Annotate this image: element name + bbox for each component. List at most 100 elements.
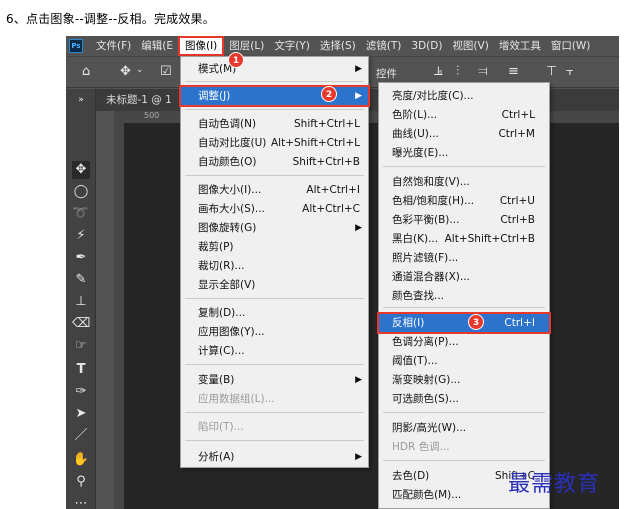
menu-item-shadows-highlights[interactable]: 阴影/高光(W)...	[379, 419, 549, 437]
type-tool-icon[interactable]: T	[72, 361, 90, 379]
pen-icon[interactable]: ✑	[72, 383, 90, 401]
menu-item-auto-color[interactable]: 自动颜色(O) Shift+Ctrl+B	[181, 153, 368, 171]
submenu-arrow-icon: ▶	[355, 91, 362, 101]
zoom-icon[interactable]: ⚲	[72, 473, 90, 491]
menu-item-calculations[interactable]: 计算(C)...	[181, 342, 368, 360]
menu-bar: Ps 文件(F) 编辑(E 图像(I) 图层(L) 文字(Y) 选择(S) 滤镜…	[66, 36, 619, 56]
menu-item-posterize[interactable]: 色调分离(P)...	[379, 333, 549, 351]
tools-panel: » ✥ ◯ ➰ ⚡ ✒ ✎ ⊥ ⌫ ☞ T ✑ ➤ ／ ✋ ⚲ ⋯	[66, 89, 96, 509]
checkbox-icon[interactable]: ☑	[160, 64, 172, 79]
ruler-mark: 500	[144, 111, 160, 120]
align-middle-icon[interactable]: ⫟	[566, 64, 574, 79]
separator	[185, 364, 364, 365]
instruction-text: 6、点击图象--调整--反相。完成效果。	[6, 12, 215, 26]
menu-select[interactable]: 选择(S)	[315, 36, 361, 56]
menu-item-hdr-toning: HDR 色调...	[392, 441, 450, 453]
menu-item-apply-image[interactable]: 应用图像(Y)...	[181, 323, 368, 341]
move-tool-icon[interactable]: ✥	[120, 64, 131, 79]
separator	[185, 412, 364, 413]
menu-image[interactable]: 图像(I)	[177, 36, 225, 56]
menu-item-reveal-all[interactable]: 显示全部(V)	[181, 276, 368, 294]
collapse-icon[interactable]: »	[72, 91, 90, 109]
menu-item-duplicate[interactable]: 复制(D)...	[181, 304, 368, 322]
menu-item-curves[interactable]: 曲线(U)... Ctrl+M	[379, 125, 549, 143]
line-tool-icon[interactable]: ／	[72, 427, 90, 445]
align-right-icon[interactable]: ⫤	[478, 64, 488, 79]
path-select-icon[interactable]: ➤	[72, 405, 90, 423]
separator	[185, 175, 364, 176]
menu-item-photo-filter[interactable]: 照片滤镜(F)...	[379, 249, 549, 267]
ps-logo: Ps	[69, 39, 83, 53]
magic-wand-icon[interactable]: ⚡	[72, 227, 90, 245]
separator	[185, 109, 364, 110]
menu-item-apply-data-set: 应用数据组(L)...	[198, 393, 275, 405]
step-badge-3: 3	[468, 314, 484, 330]
move-tool-icon[interactable]: ✥	[72, 161, 90, 179]
menu-item-auto-tone[interactable]: 自动色调(N) Shift+Ctrl+L	[181, 115, 368, 133]
menu-item-adjust[interactable]: 调整(J) ▶	[179, 85, 370, 107]
eyedropper-icon[interactable]: ✒	[72, 249, 90, 267]
menu-item-hue-saturation[interactable]: 色相/饱和度(H)... Ctrl+U	[379, 192, 549, 210]
more-tools-icon[interactable]: ⋯	[72, 495, 90, 509]
image-menu: 模式(M) ▶ 调整(J) ▶ 自动色调(N) Shift+Ctrl+L 自动对比度(…	[179, 56, 370, 468]
menu-item-black-white[interactable]: 黑白(K)... Alt+Shift+Ctrl+B	[379, 230, 549, 248]
align-left-icon[interactable]: ⫡	[434, 64, 443, 79]
menu-window[interactable]: 窗口(W)	[546, 36, 596, 56]
home-icon[interactable]: ⌂	[82, 64, 90, 79]
menu-item-analysis[interactable]: 分析(A) ▶	[181, 448, 368, 466]
ellipse-marquee-icon[interactable]: ◯	[72, 183, 90, 201]
stamp-icon[interactable]: ⊥	[72, 293, 90, 311]
separator	[383, 166, 545, 167]
submenu-arrow-icon: ▶	[355, 223, 362, 233]
menu-item-levels[interactable]: 色阶(L)... Ctrl+L	[379, 106, 549, 124]
separator	[185, 81, 364, 82]
menu-item-gradient-map[interactable]: 渐变映射(G)...	[379, 371, 549, 389]
menu-item-color-balance[interactable]: 色彩平衡(B)... Ctrl+B	[379, 211, 549, 229]
submenu-arrow-icon: ▶	[355, 375, 362, 385]
chevron-down-icon[interactable]: ⌄	[136, 65, 144, 75]
distribute-icon[interactable]: ≡	[508, 64, 519, 79]
separator	[185, 440, 364, 441]
menu-item-image-rotation[interactable]: 图像旋转(G) ▶	[181, 219, 368, 237]
step-badge-2: 2	[321, 86, 337, 102]
menu-item-brightness-contrast[interactable]: 亮度/对比度(C)...	[379, 87, 549, 105]
separator	[383, 412, 545, 413]
controls-label: 控件	[376, 68, 397, 80]
vertical-ruler	[114, 123, 124, 509]
lasso-icon[interactable]: ➰	[72, 205, 90, 223]
menu-item-exposure[interactable]: 曝光度(E)...	[379, 144, 549, 162]
menu-type[interactable]: 文字(Y)	[269, 36, 315, 56]
separator	[383, 460, 545, 461]
menu-item-vibrance[interactable]: 自然饱和度(V)...	[379, 173, 549, 191]
menu-item-trim[interactable]: 裁切(R)...	[181, 257, 368, 275]
menu-file[interactable]: 文件(F)	[91, 36, 136, 56]
menu-item-crop[interactable]: 裁剪(P)	[181, 238, 368, 256]
menu-3d[interactable]: 3D(D)	[406, 36, 447, 56]
watermark: 最需教育	[508, 472, 601, 497]
align-top-icon[interactable]: ⊤	[546, 64, 557, 79]
adjustments-submenu: 亮度/对比度(C)... 色阶(L)... Ctrl+L 曲线(U)... Ctrl…	[377, 82, 551, 509]
menu-item-color-lookup[interactable]: 颜色查找...	[379, 287, 549, 305]
menu-item-image-size[interactable]: 图像大小(I)... Alt+Ctrl+I	[181, 181, 368, 199]
align-center-icon[interactable]: ⫶	[456, 64, 459, 79]
menu-filter[interactable]: 滤镜(T)	[361, 36, 407, 56]
menu-view[interactable]: 视图(V)	[447, 36, 493, 56]
hand-icon[interactable]: ✋	[72, 451, 90, 469]
menu-item-selective-color[interactable]: 可选颜色(S)...	[379, 390, 549, 408]
menu-item-variables[interactable]: 变量(B) ▶	[181, 371, 368, 389]
menu-item-threshold[interactable]: 阈值(T)...	[379, 352, 549, 370]
menu-item-channel-mixer[interactable]: 通道混合器(X)...	[379, 268, 549, 286]
document-tab[interactable]: 未标题-1 @ 1	[106, 89, 172, 111]
menu-item-mode[interactable]: 模式(M) ▶	[181, 60, 368, 78]
menu-edit[interactable]: 编辑(E	[136, 36, 178, 56]
menu-item-canvas-size[interactable]: 画布大小(S)... Alt+Ctrl+C	[181, 200, 368, 218]
separator	[383, 307, 545, 308]
menu-item-invert[interactable]: 反相(I) Ctrl+I	[377, 312, 551, 334]
submenu-arrow-icon: ▶	[355, 64, 362, 74]
brush-icon[interactable]: ✎	[72, 271, 90, 289]
menu-item-auto-contrast[interactable]: 自动对比度(U) Alt+Shift+Ctrl+L	[181, 134, 368, 152]
smudge-icon[interactable]: ☞	[72, 337, 90, 355]
eraser-icon[interactable]: ⌫	[72, 315, 90, 333]
menu-plugins[interactable]: 增效工具	[494, 36, 546, 56]
menu-item-trap: 陷印(T)...	[198, 421, 244, 433]
